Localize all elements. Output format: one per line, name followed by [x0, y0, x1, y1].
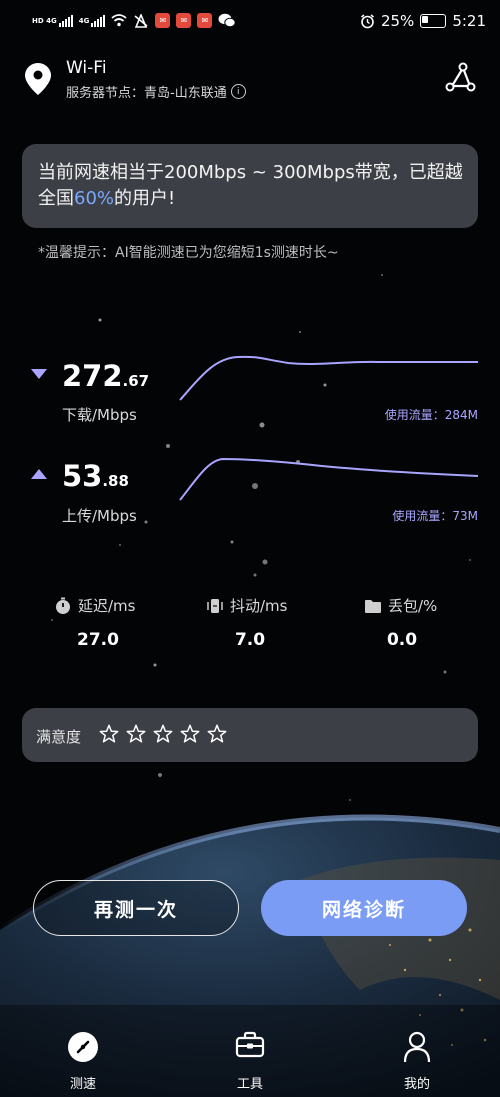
network-diagnose-button[interactable]: 网络诊断: [261, 880, 467, 936]
star-icon-1[interactable]: [98, 723, 120, 745]
speed-comparison-banner: 当前网速相当于200Mbps ~ 300Mbps带宽，已超越全国60%的用户!: [22, 144, 478, 228]
bottom-tab-bar: 测速 工具 我的: [0, 1005, 500, 1097]
toolbox-icon: [235, 1031, 265, 1058]
battery-percent: 25%: [380, 12, 415, 30]
tab-tools[interactable]: 工具: [205, 1005, 295, 1097]
person-icon: [403, 1031, 431, 1063]
latency-header: 延迟/ms: [54, 595, 135, 616]
jitter-header: 抖动/ms: [206, 595, 287, 616]
upload-arrow-icon: [31, 469, 47, 479]
download-speed-int: 272: [62, 359, 123, 393]
download-speed: 272.67: [62, 359, 149, 393]
signal-bars-icon: [91, 14, 106, 27]
upload-speed-dec: .88: [102, 472, 129, 490]
app-notification-icon: ✉: [155, 13, 171, 28]
star-icon-4[interactable]: [179, 723, 201, 745]
sim1-signal: HD 4G: [32, 14, 73, 27]
upload-speed: 53.88: [62, 459, 129, 493]
server-node-label: 服务器节点：青岛-山东联通: [66, 86, 227, 101]
jitter-value: 7.0: [234, 630, 266, 650]
location-pin-icon: [25, 63, 51, 95]
rating-stars: [98, 723, 228, 745]
download-unit: 下载/Mbps: [62, 406, 137, 424]
star-icon-3[interactable]: [152, 723, 174, 745]
latency-value: 27.0: [77, 630, 119, 650]
jitter-label: 抖动/ms: [230, 597, 288, 615]
sim1-label: HD 4G: [32, 16, 57, 25]
app-notification-icon: ✉: [197, 13, 213, 28]
banner-percent: 60%: [74, 188, 115, 209]
satisfaction-label: 满意度: [36, 728, 82, 746]
tab-label: 测速: [69, 1077, 96, 1092]
server-node: 服务器节点：青岛-山东联通 i: [66, 82, 246, 101]
packet-loss-header: 丢包/%: [364, 595, 437, 616]
speedometer-icon: [68, 1032, 98, 1062]
wifi-icon: [111, 14, 127, 27]
jitter-icon: [207, 598, 223, 613]
star-icon-5[interactable]: [206, 723, 228, 745]
signal-bars-icon: [58, 14, 73, 27]
alarm-icon: [361, 13, 374, 28]
folder-icon: [365, 599, 381, 613]
banner-text-end: 的用户!: [114, 188, 176, 209]
satisfaction-card: 满意度: [22, 708, 478, 762]
tab-label: 工具: [236, 1077, 263, 1092]
clock: 5:21: [452, 12, 486, 30]
download-arrow-icon: [31, 369, 47, 379]
info-icon[interactable]: i: [230, 84, 246, 99]
packet-loss-value: 0.0: [386, 630, 418, 650]
app-notification-icon: ✉: [176, 13, 192, 28]
upload-speed-curve: [179, 457, 478, 501]
tab-profile[interactable]: 我的: [372, 1005, 462, 1097]
download-speed-dec: .67: [122, 372, 150, 390]
tip-text: *温馨提示：AI智能测速已为您缩短1s测速时长~: [38, 245, 339, 261]
tab-label: 我的: [403, 1077, 430, 1092]
sim2-signal: 4G: [78, 14, 106, 27]
battery-icon: [420, 14, 447, 28]
upload-traffic: 使用流量：73M: [392, 509, 478, 523]
upload-unit: 上传/Mbps: [62, 507, 137, 525]
data-saver-icon: [134, 13, 148, 28]
stopwatch-icon: [56, 597, 70, 614]
download-traffic: 使用流量：284M: [384, 408, 478, 422]
tab-speedtest[interactable]: 测速: [38, 1005, 128, 1097]
sim2-label: 4G: [78, 16, 90, 25]
status-bar: HD 4G 4G ✉ ✉ ✉ 25% 5:21: [0, 0, 500, 44]
wechat-icon: [218, 13, 237, 28]
download-speed-curve: [179, 355, 478, 401]
packet-loss-label: 丢包/%: [388, 597, 438, 615]
star-icon-2[interactable]: [125, 723, 147, 745]
latency-label: 延迟/ms: [78, 597, 136, 615]
share-icon[interactable]: [443, 60, 477, 94]
network-name: Wi-Fi: [66, 58, 107, 78]
retest-button[interactable]: 再测一次: [33, 880, 239, 936]
upload-speed-int: 53: [62, 459, 103, 493]
